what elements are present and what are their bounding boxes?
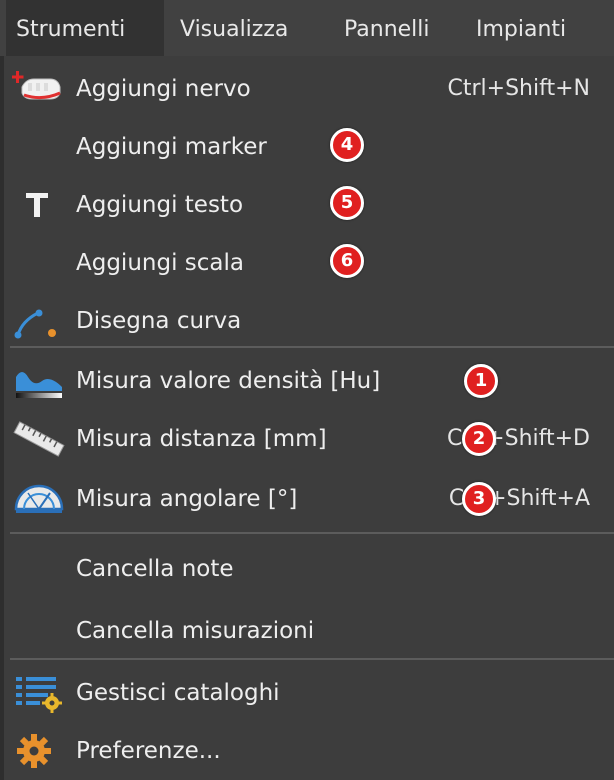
menu-item-misura-distanza[interactable]: Misura distanza [mm] Ctrl+Shift+D — [4, 410, 614, 468]
menu-item-label: Gestisci cataloghi — [76, 680, 280, 706]
text-icon — [12, 185, 66, 225]
menu-item-aggiungi-scala[interactable]: Aggiungi scala — [4, 234, 614, 292]
menu-item-cancella-misurazioni[interactable]: Cancella misurazioni — [4, 602, 614, 660]
add-nerve-icon — [12, 69, 66, 109]
strumenti-dropdown-menu: Aggiungi nervo Ctrl+Shift+N Aggiungi mar… — [0, 56, 614, 780]
menu-item-label: Aggiungi testo — [76, 192, 244, 218]
menu-item-label: Misura distanza [mm] — [76, 426, 327, 452]
menu-item-aggiungi-nervo[interactable]: Aggiungi nervo Ctrl+Shift+N — [4, 60, 614, 118]
menu-item-label: Cancella note — [76, 556, 234, 582]
ruler-icon — [12, 419, 66, 459]
menu-item-gestisci-cataloghi[interactable]: Gestisci cataloghi — [4, 664, 614, 722]
menu-item-label: Misura angolare [°] — [76, 486, 298, 512]
catalog-settings-icon — [12, 673, 66, 713]
menu-bar: Strumenti Visualizza Pannelli Impianti — [0, 0, 614, 56]
menu-item-label: Preferenze... — [76, 738, 221, 764]
menu-item-misura-densita[interactable]: Misura valore densità [Hu] — [4, 352, 614, 410]
protractor-icon — [12, 479, 66, 519]
menubar-item-impianti[interactable]: Impianti — [476, 0, 566, 56]
menubar-item-strumenti[interactable]: Strumenti — [6, 0, 164, 56]
menu-item-aggiungi-marker[interactable]: Aggiungi marker — [4, 118, 614, 176]
menubar-item-visualizza[interactable]: Visualizza — [180, 0, 288, 56]
menu-item-label: Cancella misurazioni — [76, 618, 315, 644]
callout-badge-3: 3 — [462, 482, 496, 516]
menu-item-label: Misura valore densità [Hu] — [76, 368, 381, 394]
shortcut-text: Ctrl+Shift+N — [447, 76, 590, 101]
menu-item-cancella-note[interactable]: Cancella note — [4, 540, 614, 598]
menu-separator — [10, 532, 614, 534]
callout-badge-4: 4 — [330, 128, 364, 162]
callout-badge-1: 1 — [464, 364, 498, 398]
menu-item-label: Disegna curva — [76, 308, 242, 334]
menu-item-label: Aggiungi nervo — [76, 76, 251, 102]
menu-separator — [10, 658, 614, 660]
menu-item-aggiungi-testo[interactable]: Aggiungi testo — [4, 176, 614, 234]
menu-separator — [10, 346, 614, 348]
callout-badge-6: 6 — [330, 244, 364, 278]
callout-badge-5: 5 — [330, 186, 364, 220]
draw-curve-icon — [12, 301, 66, 341]
menu-item-label: Aggiungi scala — [76, 250, 244, 276]
menu-item-misura-angolare[interactable]: Misura angolare [°] Ctrl+Shift+A — [4, 470, 614, 528]
menubar-item-pannelli[interactable]: Pannelli — [344, 0, 430, 56]
menu-item-label: Aggiungi marker — [76, 134, 267, 160]
callout-badge-2: 2 — [462, 422, 496, 456]
density-icon — [12, 361, 66, 401]
gear-icon — [12, 731, 66, 771]
menu-item-disegna-curva[interactable]: Disegna curva — [4, 292, 614, 350]
menu-item-preferenze[interactable]: Preferenze... — [4, 722, 614, 780]
